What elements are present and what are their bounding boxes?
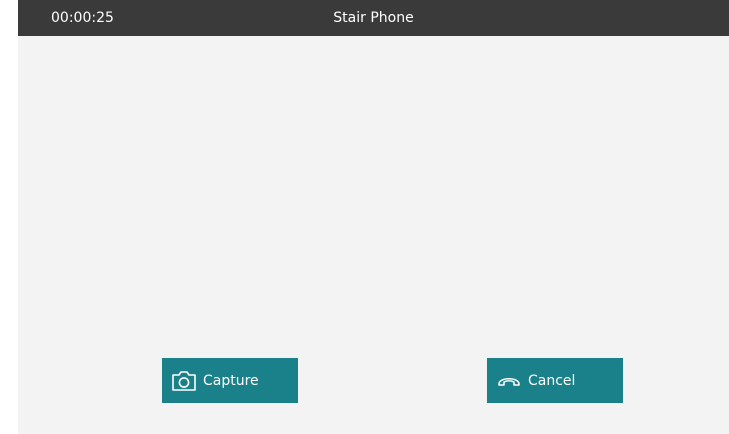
call-screen: 00:00:25 Stair Phone Capture Cancel [18,0,729,434]
video-area: Capture Cancel [18,36,729,434]
hang-up-icon [496,374,522,388]
capture-button[interactable]: Capture [162,358,298,403]
camera-icon [171,370,197,392]
cancel-button[interactable]: Cancel [487,358,623,403]
title-bar: 00:00:25 Stair Phone [18,0,729,36]
cancel-label: Cancel [528,372,576,389]
capture-label: Capture [203,372,259,389]
page-title: Stair Phone [333,10,414,26]
